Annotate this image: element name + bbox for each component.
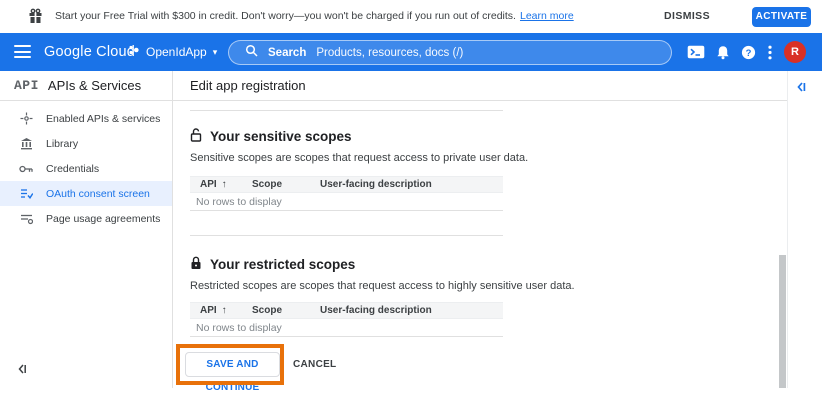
section-title-text: Your sensitive scopes <box>210 129 352 144</box>
compass-icon <box>19 112 33 125</box>
lock-open-icon <box>190 128 202 145</box>
sidebar-item-label: Library <box>46 138 78 150</box>
more-options-icon[interactable] <box>761 33 779 71</box>
page-title: Edit app registration <box>190 71 306 100</box>
table-header-row: API ↑ Scope User-facing description <box>190 176 503 193</box>
agreements-icon <box>19 212 33 225</box>
sidebar-item-credentials[interactable]: Credentials <box>0 156 172 181</box>
google-cloud-logo[interactable]: Google Cloud <box>44 33 135 71</box>
help-icon[interactable]: ? <box>737 33 759 71</box>
menu-icon[interactable] <box>14 45 31 58</box>
column-label: API <box>200 305 217 316</box>
sensitive-scopes-title: Your sensitive scopes <box>190 128 352 145</box>
sensitive-scopes-table: API ↑ Scope User-facing description No r… <box>190 176 503 211</box>
panel-collapse-icon[interactable] <box>795 80 807 98</box>
restricted-scopes-table: API ↑ Scope User-facing description No r… <box>190 302 503 337</box>
section-divider <box>190 235 503 236</box>
vertical-scrollbar[interactable] <box>779 255 786 388</box>
column-header-scope[interactable]: Scope <box>252 305 320 316</box>
project-name: OpenIdApp <box>146 45 207 59</box>
empty-table-row: No rows to display <box>190 319 503 337</box>
chevron-down-icon: ▾ <box>213 47 218 57</box>
dismiss-button[interactable]: DISMISS <box>664 0 710 33</box>
project-selector[interactable]: OpenIdApp ▾ <box>128 41 217 63</box>
gift-icon <box>28 8 43 29</box>
empty-table-row: No rows to display <box>190 193 503 211</box>
sidebar-item-library[interactable]: Library <box>0 131 172 156</box>
sidebar-title: APIs & Services <box>48 78 141 93</box>
account-avatar[interactable]: R <box>784 41 806 63</box>
learn-more-link[interactable]: Learn more <box>520 10 574 22</box>
notifications-bell-icon[interactable] <box>712 33 734 71</box>
column-header-api[interactable]: API ↑ <box>190 179 252 190</box>
search-input[interactable]: Search Products, resources, docs (/) <box>228 40 672 65</box>
column-header-description[interactable]: User-facing description <box>320 179 503 190</box>
sidebar-item-label: Credentials <box>46 163 99 175</box>
header-divider <box>0 100 787 101</box>
search-placeholder: Products, resources, docs (/) <box>316 47 463 59</box>
app-bar: Google Cloud OpenIdApp ▾ Search Products… <box>0 33 822 71</box>
sensitive-scopes-description: Sensitive scopes are scopes that request… <box>190 152 528 164</box>
library-icon <box>19 137 33 150</box>
content-right-divider <box>787 71 788 388</box>
restricted-scopes-title: Your restricted scopes <box>190 256 355 273</box>
key-icon <box>19 164 33 174</box>
sidebar-header: API APIs & Services <box>0 71 172 100</box>
sidebar-item-label: Page usage agreements <box>46 213 160 225</box>
free-trial-banner: Start your Free Trial with $300 in credi… <box>0 0 822 33</box>
banner-message-text: Start your Free Trial with $300 in credi… <box>55 10 516 22</box>
google-cloud-console-window: Start your Free Trial with $300 in credi… <box>0 0 828 414</box>
sidebar-item-page-usage-agreements[interactable]: Page usage agreements <box>0 206 172 231</box>
column-label: API <box>200 179 217 190</box>
section-title-text: Your restricted scopes <box>210 257 355 272</box>
restricted-scopes-description: Restricted scopes are scopes that reques… <box>190 280 575 292</box>
checklist-icon <box>19 187 33 200</box>
sidebar-item-enabled-apis[interactable]: Enabled APIs & services <box>0 106 172 131</box>
save-and-continue-button[interactable]: SAVE AND CONTINUE <box>185 352 280 377</box>
sidebar-item-oauth-consent-screen[interactable]: OAuth consent screen <box>0 181 172 206</box>
column-header-description[interactable]: User-facing description <box>320 305 503 316</box>
activate-button[interactable]: ACTIVATE <box>752 7 811 27</box>
sort-ascending-icon: ↑ <box>222 179 227 190</box>
svg-text:?: ? <box>745 48 751 59</box>
sidebar-collapse-icon[interactable] <box>16 362 28 380</box>
project-icon <box>128 43 140 61</box>
sidebar-divider <box>172 71 173 388</box>
lock-icon <box>190 256 202 273</box>
sidebar-item-label: Enabled APIs & services <box>46 113 160 125</box>
cancel-button[interactable]: CANCEL <box>293 352 336 377</box>
search-icon <box>245 44 258 62</box>
table-header-row: API ↑ Scope User-facing description <box>190 302 503 319</box>
api-logo: API <box>14 78 39 93</box>
sidebar-item-label: OAuth consent screen <box>46 188 150 200</box>
search-label: Search <box>268 47 306 59</box>
column-header-scope[interactable]: Scope <box>252 179 320 190</box>
section-divider <box>190 110 503 111</box>
column-header-api[interactable]: API ↑ <box>190 305 252 316</box>
banner-message: Start your Free Trial with $300 in credi… <box>55 0 574 33</box>
sort-ascending-icon: ↑ <box>222 305 227 316</box>
cloud-shell-icon[interactable] <box>684 33 708 71</box>
